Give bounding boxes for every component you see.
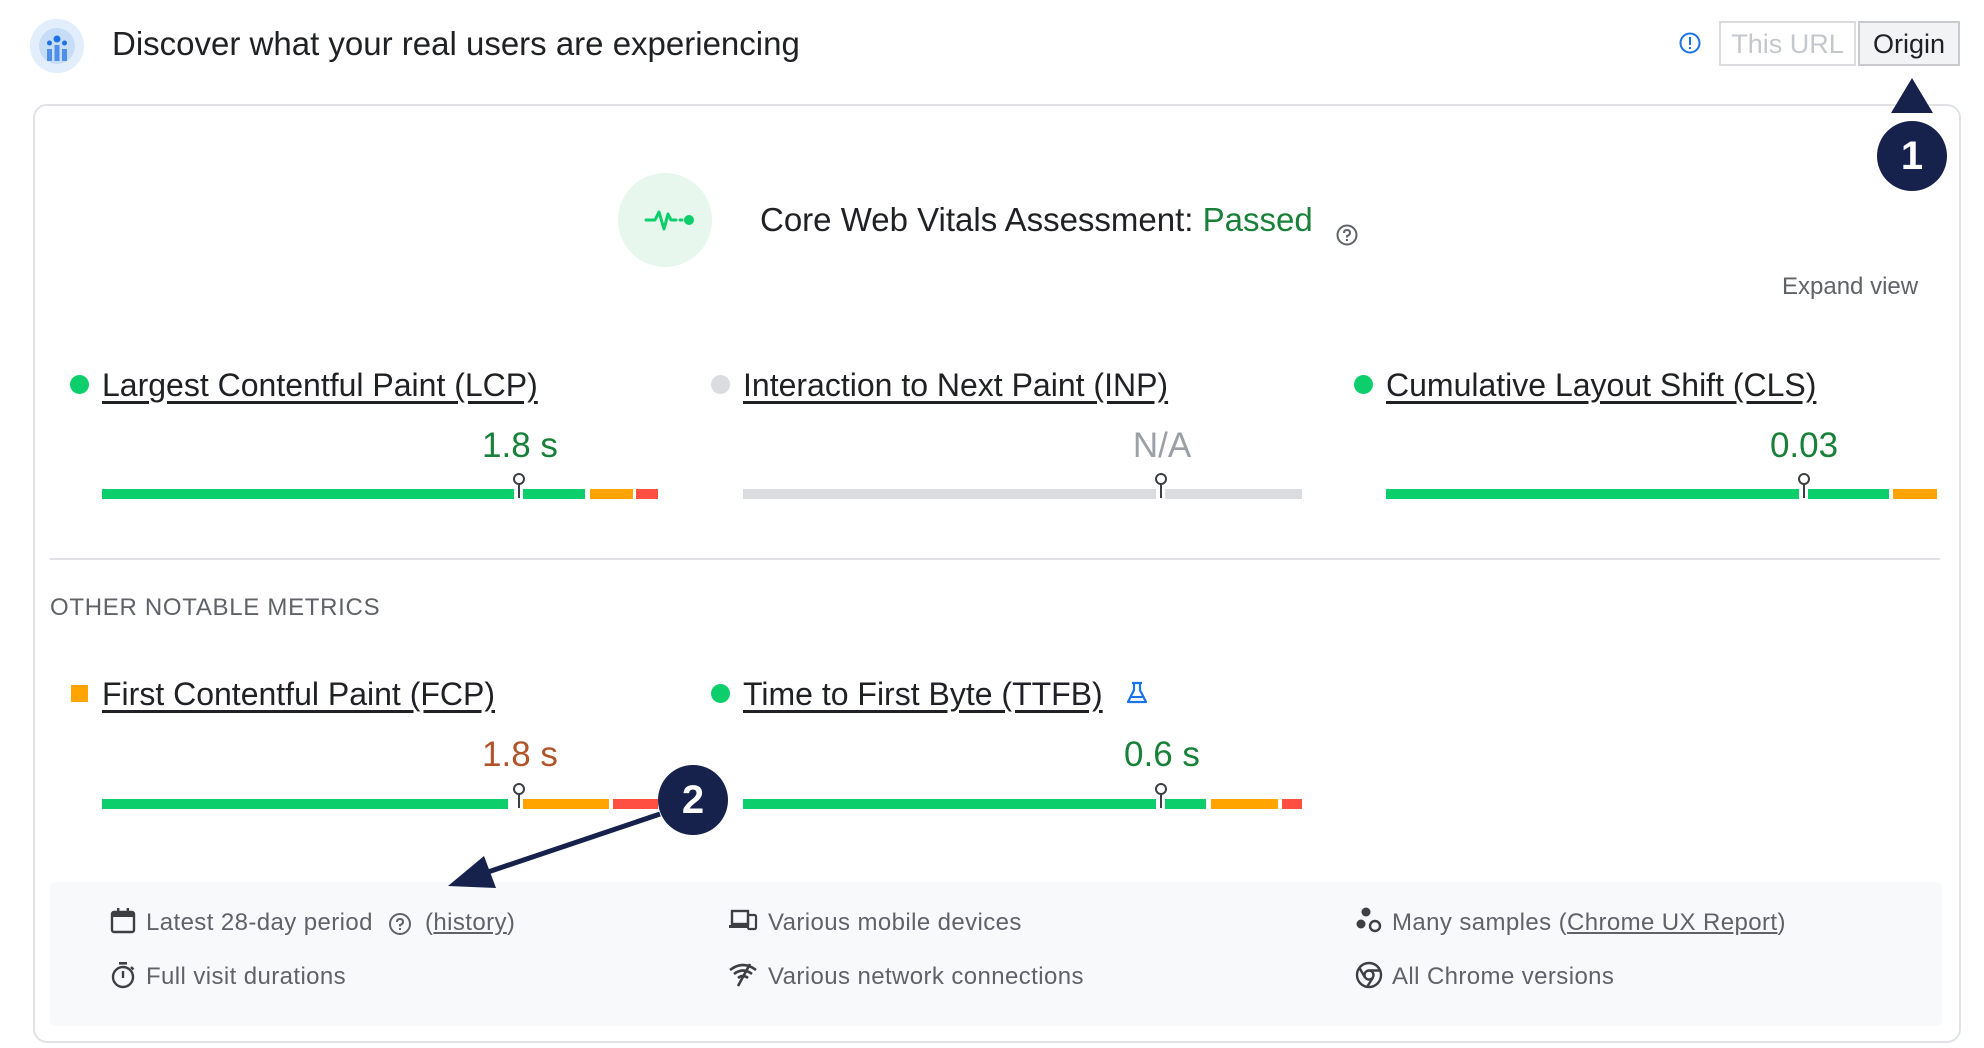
marker-1-arrowhead bbox=[1891, 78, 1933, 113]
annotation-marker-1: 1 bbox=[1877, 121, 1947, 191]
annotation-arrows bbox=[448, 78, 1933, 888]
marker-2-arrow-line bbox=[487, 811, 661, 875]
marker-2-arrowhead bbox=[448, 856, 496, 888]
annotation-marker-2: 2 bbox=[658, 765, 728, 835]
